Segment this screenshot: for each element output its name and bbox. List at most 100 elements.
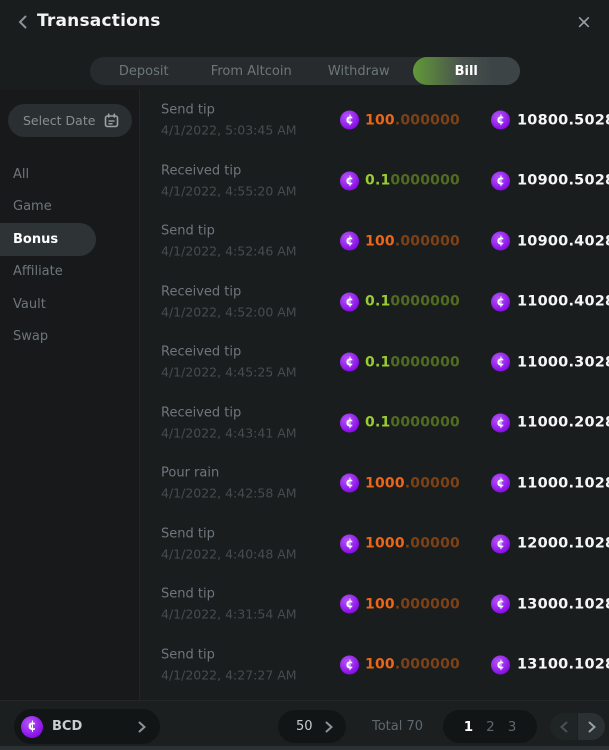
transaction-balance: 12000.1028: [517, 536, 609, 552]
coin-icon: ¢: [491, 292, 510, 311]
coin-icon: ¢: [491, 595, 510, 614]
sidebar-item-affiliate[interactable]: Affiliate: [0, 256, 139, 289]
modal-header: Transactions ×: [0, 0, 609, 44]
tab-withdraw[interactable]: Withdraw: [305, 57, 413, 85]
transaction-datetime: 4/1/2022, 4:52:46 AM: [161, 244, 297, 259]
transaction-balance: 10900.5028: [517, 173, 609, 189]
transaction-amount: 0.10000000: [365, 354, 460, 370]
transaction-balance: 13000.1028: [517, 596, 609, 612]
transaction-row: Received tip 4/1/2022, 4:55:20 AM ¢ 0.10…: [140, 151, 609, 212]
sidebar-item-game[interactable]: Game: [0, 191, 139, 224]
transaction-row: Send tip 4/1/2022, 5:03:45 AM ¢ 100.0000…: [140, 90, 609, 151]
transaction-type: Received tip: [161, 284, 297, 299]
page-3[interactable]: 3: [508, 719, 517, 735]
currency-selector[interactable]: ¢ BCD: [14, 709, 160, 744]
transaction-amount: 100.000000: [365, 657, 460, 673]
sidebar-item-all[interactable]: All: [0, 158, 139, 191]
transaction-amount: 100.000000: [365, 233, 460, 249]
transaction-datetime: 4/1/2022, 5:03:45 AM: [161, 123, 297, 138]
page-size-selector[interactable]: 50: [278, 710, 346, 743]
coin-icon: ¢: [491, 353, 510, 372]
transaction-datetime: 4/1/2022, 4:52:00 AM: [161, 304, 297, 319]
transaction-balance: 10800.5028: [517, 112, 609, 128]
transaction-type: Send tip: [161, 647, 297, 662]
transaction-type: Send tip: [161, 587, 297, 602]
modal-footer: ¢ BCD 50 Total 70 1 2 3: [0, 700, 609, 750]
coin-icon: ¢: [340, 353, 359, 372]
select-date-button[interactable]: Select Date: [8, 104, 132, 137]
chevron-right-icon: [138, 721, 146, 733]
coin-icon: ¢: [340, 413, 359, 432]
back-button[interactable]: [10, 10, 34, 34]
sidebar-item-bonus[interactable]: Bonus: [0, 223, 96, 256]
transaction-amount: 100.000000: [365, 112, 460, 128]
transaction-datetime: 4/1/2022, 4:55:20 AM: [161, 183, 297, 198]
transaction-row: Send tip 4/1/2022, 4:52:46 AM ¢ 100.0000…: [140, 211, 609, 272]
transaction-row: Send tip 4/1/2022, 4:40:48 AM ¢ 1000.000…: [140, 514, 609, 575]
window-bottom-edge: [0, 746, 609, 750]
transaction-type: Send tip: [161, 526, 297, 541]
coin-icon: ¢: [340, 292, 359, 311]
coin-icon: ¢: [491, 111, 510, 130]
coin-icon: ¢: [340, 655, 359, 674]
prev-page-button[interactable]: [550, 713, 577, 740]
transaction-datetime: 4/1/2022, 4:27:27 AM: [161, 667, 297, 682]
coin-icon: ¢: [340, 111, 359, 130]
filter-list: All Game Bonus Affiliate Vault Swap: [0, 158, 139, 353]
page-2[interactable]: 2: [486, 719, 495, 735]
chevron-left-icon: [18, 15, 27, 29]
coin-icon: ¢: [491, 232, 510, 251]
transaction-row: Received tip 4/1/2022, 4:43:41 AM ¢ 0.10…: [140, 393, 609, 454]
tab-from-altcoin[interactable]: From Altcoin: [198, 57, 306, 85]
page-size-value: 50: [296, 719, 313, 734]
transactions-modal: Transactions × Deposit From Altcoin With…: [0, 0, 609, 750]
pagination-nav: [550, 713, 605, 740]
close-icon[interactable]: ×: [571, 9, 597, 35]
transaction-amount: 0.10000000: [365, 173, 460, 189]
transaction-type: Send tip: [161, 103, 297, 118]
total-count: Total 70: [372, 701, 423, 750]
transaction-datetime: 4/1/2022, 4:43:41 AM: [161, 425, 297, 440]
transaction-datetime: 4/1/2022, 4:45:25 AM: [161, 365, 297, 380]
transaction-balance: 11000.1028: [517, 475, 609, 491]
modal-body: Select Date All Game Bonus Affiliate Vau…: [0, 90, 609, 700]
coin-icon: ¢: [340, 232, 359, 251]
transaction-balance: 11000.4028: [517, 294, 609, 310]
coin-icon: ¢: [491, 534, 510, 553]
transaction-row: Pour rain 4/1/2022, 4:42:58 AM ¢ 1000.00…: [140, 453, 609, 514]
transaction-balance: 11000.3028: [517, 354, 609, 370]
transaction-list: Send tip 4/1/2022, 5:03:45 AM ¢ 100.0000…: [140, 90, 609, 700]
transaction-type: Send tip: [161, 224, 297, 239]
coin-icon: ¢: [21, 716, 43, 738]
page-1[interactable]: 1: [464, 719, 473, 735]
transaction-type: Received tip: [161, 163, 297, 178]
coin-icon: ¢: [491, 655, 510, 674]
coin-icon: ¢: [340, 474, 359, 493]
transaction-type: Received tip: [161, 345, 297, 360]
transaction-balance: 13100.1028: [517, 657, 609, 673]
transaction-amount: 0.10000000: [365, 294, 460, 310]
sidebar-item-vault[interactable]: Vault: [0, 288, 139, 321]
transaction-type: Received tip: [161, 405, 297, 420]
select-date-label: Select Date: [23, 113, 95, 128]
coin-icon: ¢: [340, 534, 359, 553]
next-page-button[interactable]: [578, 713, 605, 740]
calendar-icon: [104, 113, 119, 128]
bill-type-tabs: Deposit From Altcoin Withdraw Bill: [90, 57, 520, 85]
transaction-balance: 11000.2028: [517, 415, 609, 431]
transaction-row: Send tip 4/1/2022, 4:31:54 AM ¢ 100.0000…: [140, 574, 609, 635]
sidebar-item-swap[interactable]: Swap: [0, 321, 139, 354]
coin-icon: ¢: [340, 595, 359, 614]
tab-deposit[interactable]: Deposit: [90, 57, 198, 85]
transaction-row: Received tip 4/1/2022, 4:45:25 AM ¢ 0.10…: [140, 332, 609, 393]
transaction-amount: 1000.00000: [365, 536, 460, 552]
chevron-left-icon: [560, 721, 568, 733]
tab-bill[interactable]: Bill: [413, 57, 521, 85]
transaction-datetime: 4/1/2022, 4:40:48 AM: [161, 546, 297, 561]
transaction-amount: 0.10000000: [365, 415, 460, 431]
coin-icon: ¢: [340, 171, 359, 190]
coin-icon: ¢: [491, 171, 510, 190]
page-title: Transactions: [37, 11, 161, 31]
currency-label: BCD: [52, 719, 138, 734]
chevron-right-icon: [325, 721, 333, 733]
